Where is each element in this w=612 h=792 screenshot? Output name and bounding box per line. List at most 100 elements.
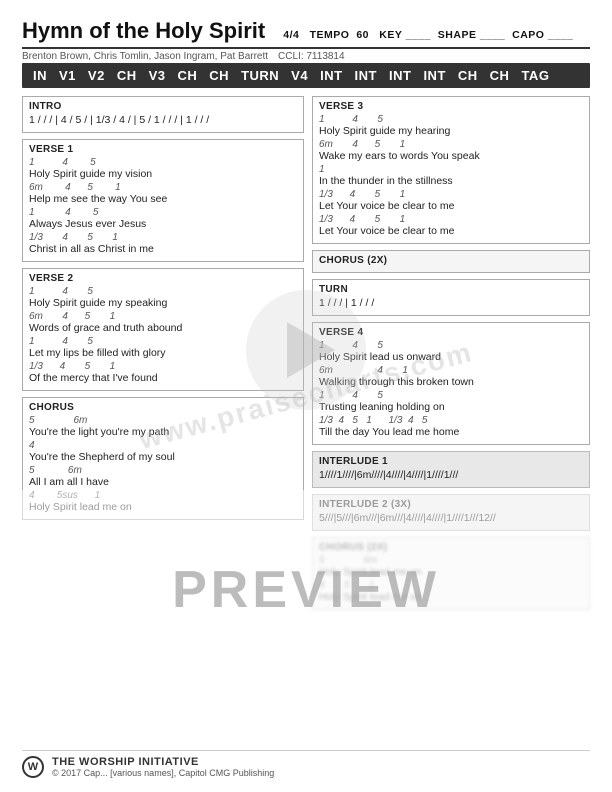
interlude2-box: INTERLUDE 2 (3X) 5///|5///|6m///|6m///|4…	[312, 494, 590, 531]
chorus2x-box: CHORUS (2X)	[312, 250, 590, 273]
ch-chord2: 4	[29, 440, 297, 451]
nav-V3[interactable]: V3	[144, 66, 171, 85]
nav-INT2[interactable]: INT	[350, 66, 382, 85]
chorus2x-bottom-box: CHORUS (2X) 5 6m Holy Spirit lead me on …	[312, 537, 590, 610]
v3-lyric3: In the thunder in the stillness	[319, 175, 583, 187]
nav-CH4[interactable]: CH	[453, 66, 483, 85]
ch-b-lyric1: Holy Spirit lead me on	[319, 566, 583, 578]
intro-label: INTRO	[29, 101, 297, 112]
intro-box: INTRO 1 / / / | 4 / 5 / | 1/3 / 4 / | 5 …	[22, 96, 304, 133]
verse1-box: VERSE 1 1 4 5 Holy Spirit guide my visio…	[22, 139, 304, 262]
meta-row: Brenton Brown, Chris Tomlin, Jason Ingra…	[22, 51, 590, 62]
v3-lyric1: Holy Spirit guide my hearing	[319, 125, 583, 137]
nav-CH2[interactable]: CH	[173, 66, 203, 85]
footer-copyright: © 2017 Cap... [various names], Capitol C…	[52, 768, 274, 778]
ch-lyric1: You're the light you're my path	[29, 426, 297, 438]
verse2-label: VERSE 2	[29, 273, 297, 284]
footer-info: THE WORSHIP INITIATIVE © 2017 Cap... [va…	[52, 756, 274, 778]
v3-chord3: 1	[319, 164, 583, 175]
footer-logo: W	[22, 756, 44, 778]
footer-brand: THE WORSHIP INITIATIVE	[52, 756, 274, 768]
v4-lyric2: Walking through this broken town	[319, 376, 583, 388]
nav-TAG[interactable]: TAG	[516, 66, 554, 85]
page: Hymn of the Holy Spirit 4/4 TEMPO 60 KEY…	[0, 0, 612, 792]
song-title: Hymn of the Holy Spirit	[22, 18, 265, 44]
interlude2-line: 5///|5///|6m///|6m///|4////|4////|1////1…	[319, 512, 583, 524]
v3-chord5: 1/3 4 5 1	[319, 214, 583, 225]
ch-b-lyric2: Holy Spirit lead me on	[319, 591, 583, 603]
title-row: Hymn of the Holy Spirit 4/4 TEMPO 60 KEY…	[22, 18, 590, 44]
v4-chord1: 1 4 5	[319, 340, 583, 351]
v1-lyric4: Christ in all as Christ in me	[29, 243, 297, 255]
interlude1-line: 1////1////|6m////|4////|4////|1////1///	[319, 469, 583, 481]
v4-chord3: 1 4 5	[319, 390, 583, 401]
nav-V1[interactable]: V1	[54, 66, 81, 85]
nav-IN[interactable]: IN	[28, 66, 52, 85]
chorus-box: CHORUS 5 6m You're the light you're my p…	[22, 397, 304, 520]
v4-lyric1: Holy Spirit lead us onward	[319, 351, 583, 363]
nav-INT1[interactable]: INT	[315, 66, 347, 85]
ch-b-chord2: 4 5 1	[319, 580, 583, 591]
v4-chord4: 1/3 4 5 1 1/3 4 5	[319, 415, 583, 426]
v1-lyric1: Holy Spirit guide my vision	[29, 168, 297, 180]
authors: Brenton Brown, Chris Tomlin, Jason Ingra…	[22, 51, 268, 62]
nav-CH3[interactable]: CH	[204, 66, 234, 85]
v4-lyric3: Trusting leaning holding on	[319, 401, 583, 413]
ch-chord3: 5 6m	[29, 465, 297, 476]
left-column: INTRO 1 / / / | 4 / 5 / | 1/3 / 4 / | 5 …	[22, 96, 304, 616]
v1-chord2: 6m 4 5 1	[29, 182, 297, 193]
tempo-info: 4/4 TEMPO 60 KEY ____ SHAPE ____ CAPO __…	[283, 29, 573, 41]
nav-V2[interactable]: V2	[83, 66, 110, 85]
v1-chord1: 1 4 5	[29, 157, 297, 168]
chorus-label: CHORUS	[29, 402, 297, 413]
v3-chord4: 1/3 4 5 1	[319, 189, 583, 200]
ch-lyric3: All I am all I have	[29, 476, 297, 488]
turn-line: 1 / / / | 1 / / /	[319, 297, 583, 309]
v3-lyric2: Wake my ears to words You speak	[319, 150, 583, 162]
v2-chord1: 1 4 5	[29, 286, 297, 297]
v4-lyric4: Till the day You lead me home	[319, 426, 583, 438]
v1-lyric3: Always Jesus ever Jesus	[29, 218, 297, 230]
turn-box: TURN 1 / / / | 1 / / /	[312, 279, 590, 316]
v1-chord4: 1/3 4 5 1	[29, 232, 297, 243]
nav-TURN[interactable]: TURN	[236, 66, 284, 85]
v2-lyric1: Holy Spirit guide my speaking	[29, 297, 297, 309]
footer: W THE WORSHIP INITIATIVE © 2017 Cap... […	[22, 750, 590, 778]
interlude1-label: INTERLUDE 1	[319, 456, 583, 467]
ch-lyric2: You're the Shepherd of my soul	[29, 451, 297, 463]
nav-V4[interactable]: V4	[286, 66, 313, 85]
verse1-label: VERSE 1	[29, 144, 297, 155]
nav-INT3[interactable]: INT	[384, 66, 416, 85]
v2-chord2: 6m 4 5 1	[29, 311, 297, 322]
ch-lyric4: Holy Spirit lead me on	[29, 501, 297, 513]
title-divider	[22, 47, 590, 49]
ch-chord1: 5 6m	[29, 415, 297, 426]
verse4-label: VERSE 4	[319, 327, 583, 338]
interlude1-box: INTERLUDE 1 1////1////|6m////|4////|4///…	[312, 451, 590, 488]
v2-lyric4: Of the mercy that I've found	[29, 372, 297, 384]
v2-chord3: 1 4 5	[29, 336, 297, 347]
interlude2-label: INTERLUDE 2 (3X)	[319, 499, 583, 510]
verse3-box: VERSE 3 1 4 5 Holy Spirit guide my heari…	[312, 96, 590, 244]
v1-lyric2: Help me see the way You see	[29, 193, 297, 205]
nav-CH1[interactable]: CH	[112, 66, 142, 85]
right-column: VERSE 3 1 4 5 Holy Spirit guide my heari…	[312, 96, 590, 616]
nav-CH5[interactable]: CH	[485, 66, 515, 85]
verse3-label: VERSE 3	[319, 101, 583, 112]
nav-INT4[interactable]: INT	[418, 66, 450, 85]
v2-chord4: 1/3 4 5 1	[29, 361, 297, 372]
nav-bar: IN V1 V2 CH V3 CH CH TURN V4 INT INT INT…	[22, 63, 590, 88]
v4-chord2: 6m 4 1	[319, 365, 583, 376]
ch-chord4: 4 5sus 1	[29, 490, 297, 501]
v2-lyric3: Let my lips be filled with glory	[29, 347, 297, 359]
v3-chord1: 1 4 5	[319, 114, 583, 125]
v3-chord2: 6m 4 5 1	[319, 139, 583, 150]
ccli: CCLI: 7113814	[278, 51, 345, 62]
v3-lyric4: Let Your voice be clear to me	[319, 200, 583, 212]
chorus2x-label: CHORUS (2X)	[319, 255, 583, 266]
verse2-box: VERSE 2 1 4 5 Holy Spirit guide my speak…	[22, 268, 304, 391]
verse4-box: VERSE 4 1 4 5 Holy Spirit lead us onward…	[312, 322, 590, 445]
v1-chord3: 1 4 5	[29, 207, 297, 218]
chorus2x-bottom-label: CHORUS (2X)	[319, 542, 583, 553]
ch-b-chord1: 5 6m	[319, 555, 583, 566]
